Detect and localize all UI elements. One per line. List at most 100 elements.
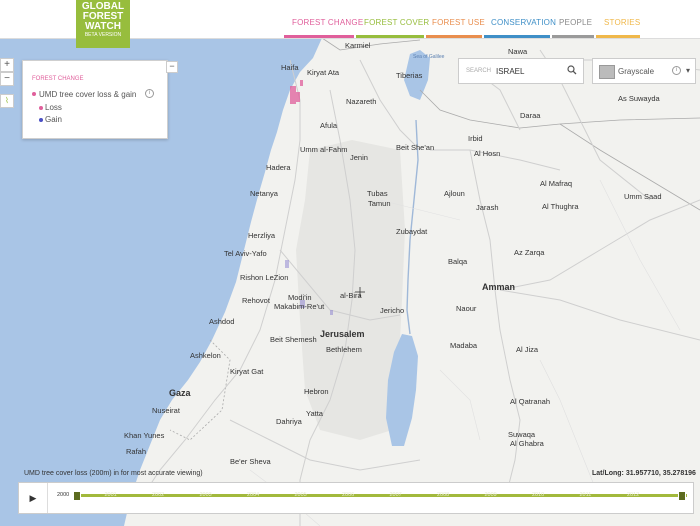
place-label: Tel Aviv-Yafo [224, 249, 267, 258]
layer-note: UMD tree cover loss (200m) in for most a… [24, 470, 203, 477]
place-label: Be'er Sheva [230, 457, 271, 466]
logo-tag: BETA VERSION [84, 32, 122, 38]
place-label: Amman [482, 282, 515, 292]
play-button[interactable]: ▶ [19, 483, 48, 513]
place-label: Jericho [380, 306, 404, 315]
nav-item-forest-cover[interactable]: FOREST COVER [364, 18, 429, 27]
nav-label: FOREST COVER [364, 18, 430, 27]
border-line [321, 37, 421, 51]
gain-swatch [39, 118, 43, 122]
legend-gain: Gain [45, 115, 62, 124]
timeline-end-handle[interactable] [678, 491, 686, 501]
place-label: Naour [456, 304, 477, 313]
info-icon[interactable]: i [145, 89, 154, 98]
timeline-year[interactable]: 2009 [485, 492, 497, 498]
place-label: Kiryat Ata [307, 68, 340, 77]
place-label: Suwaqa [508, 430, 536, 439]
place-label: Sea of Galilee [413, 54, 445, 60]
timeline-year[interactable]: 2004 [247, 492, 259, 498]
place-label: Karmiel [345, 41, 371, 50]
place-label: Tiberias [396, 71, 423, 80]
place-label: Daraa [520, 111, 541, 120]
place-label: Herzliya [248, 231, 276, 240]
nav-underline-stories [596, 35, 640, 38]
place-label: Zubaydat [396, 227, 428, 236]
loss-swatch [39, 106, 43, 110]
timeline-year[interactable]: 2011 [580, 492, 592, 498]
place-label: Afula [320, 121, 338, 130]
place-label: Kiryat Gat [230, 367, 264, 376]
place-label: Dahriya [276, 417, 303, 426]
timeline[interactable]: ▶ 2000 2001 2002 2003 2004 2005 2006 2007 2008 20… [18, 482, 694, 514]
timeline-year[interactable]: 2007 [390, 492, 402, 498]
timeline-year[interactable]: 2003 [200, 492, 212, 498]
collapse-button[interactable]: − [166, 61, 178, 73]
zoom-in-button[interactable]: + [0, 58, 14, 72]
nav-item-forest-change[interactable]: FOREST CHANGE [292, 18, 363, 27]
place-label: Ashdod [209, 317, 234, 326]
place-label: Hadera [266, 163, 291, 172]
place-label: Netanya [250, 189, 279, 198]
place-label: As Suwayda [618, 94, 661, 103]
nav-item-conservation[interactable]: CONSERVATION [491, 18, 556, 27]
timeline-year[interactable]: 2006 [342, 492, 354, 498]
basemap-label: Grayscale [618, 67, 655, 76]
nav-label: STORIES [604, 18, 641, 27]
place-label: Beit Shemesh [270, 335, 317, 344]
place-label: Bethlehem [326, 345, 362, 354]
basemap-thumbnail [599, 65, 615, 79]
place-label: al-Bira [340, 291, 363, 300]
place-label: Hebron [304, 387, 329, 396]
timeline-year[interactable]: 2002 [152, 492, 164, 498]
timeline-start-handle[interactable] [73, 491, 81, 501]
place-label: Beit She'an [396, 143, 434, 152]
place-label: Rishon LeZion [240, 273, 288, 282]
place-label: Balqa [448, 257, 468, 266]
place-label: Nazareth [346, 97, 376, 106]
timeline-year[interactable]: 2005 [295, 492, 307, 498]
place-label: Al Qatranah [510, 397, 550, 406]
timeline-year[interactable]: 2001 [105, 492, 117, 498]
layer-name[interactable]: UMD tree cover loss & gain [39, 90, 136, 99]
nav-item-forest-use[interactable]: FOREST USE [432, 18, 485, 27]
chevron-down-icon[interactable]: ▾ [686, 66, 690, 75]
place-label: Khan Yunes [124, 431, 165, 440]
timeline-year[interactable]: 2000 [57, 492, 69, 498]
place-label: Al Hosn [474, 149, 500, 158]
logo-line3: WATCH [85, 21, 121, 32]
place-label: Nuseirat [152, 406, 181, 415]
nav-label: PEOPLE [559, 18, 593, 27]
basemap-selector[interactable]: Grayscale i ▾ [592, 58, 696, 84]
search-input[interactable]: ISRAEL [496, 67, 524, 76]
place-label: Jerusalem [320, 329, 365, 339]
place-label: Irbid [468, 134, 483, 143]
place-label: Modi'in [288, 293, 312, 302]
latlong-readout: Lat/Long: 31.957710, 35.278196 [592, 470, 696, 477]
nav-item-people[interactable]: PEOPLE [559, 18, 592, 27]
nav-underline-forest-use [426, 35, 482, 38]
zoom-out-button[interactable]: − [0, 72, 14, 86]
info-icon[interactable]: i [672, 66, 681, 75]
chart-icon[interactable]: ⌇ [0, 94, 14, 108]
layer-dot-icon [32, 92, 36, 96]
layer-panel: − FOREST CHANGE UMD tree cover loss & ga… [22, 60, 178, 139]
gfw-logo[interactable]: GLOBAL FOREST WATCH BETA VERSION [76, 0, 130, 48]
place-label: Haifa [281, 63, 299, 72]
timeline-year[interactable]: 2008 [437, 492, 449, 498]
legend-loss: Loss [45, 103, 62, 112]
place-label: Umm Saad [624, 192, 662, 201]
nav-item-stories[interactable]: STORIES [604, 18, 640, 27]
search-icon[interactable] [567, 65, 577, 75]
place-label: Makabim-Re'ut [274, 302, 325, 311]
timeline-year[interactable]: 2010 [532, 492, 544, 498]
search-box[interactable]: SEARCH ISRAEL [458, 58, 584, 84]
nav-label: FOREST USE [432, 18, 485, 27]
panel-title: FOREST CHANGE [32, 76, 84, 82]
place-label: Tubas [367, 189, 388, 198]
place-label: Gaza [169, 388, 192, 398]
place-label: Rafah [126, 447, 146, 456]
timeline-year[interactable]: 2012 [627, 492, 639, 498]
place-label: Yatta [306, 409, 324, 418]
place-label: Umm al-Fahm [300, 145, 348, 154]
place-label: Al Ghabra [510, 439, 545, 448]
